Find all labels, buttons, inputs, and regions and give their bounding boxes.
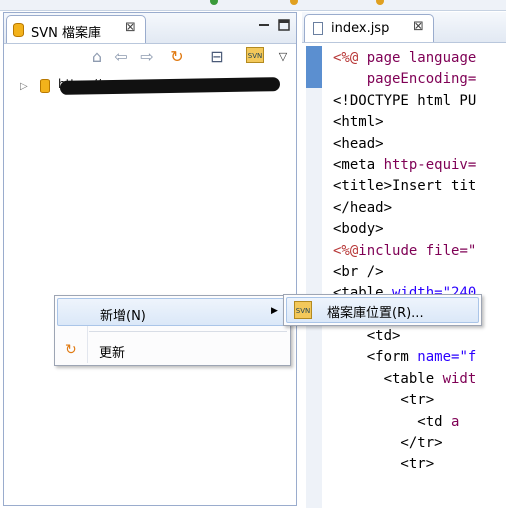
code-token: name="f xyxy=(417,349,477,366)
code-token: <tr> xyxy=(333,392,435,409)
redaction-scribble xyxy=(59,77,281,95)
repository-icon xyxy=(13,23,24,37)
code-token: </tr> xyxy=(333,435,443,452)
forward-icon[interactable]: ⇨ xyxy=(136,47,158,67)
menu-separator xyxy=(89,331,287,332)
code-token: language xyxy=(408,50,477,66)
code-token: <table xyxy=(333,370,443,387)
code-line[interactable]: <tr> xyxy=(333,390,476,411)
code-token: <meta xyxy=(333,156,384,173)
code-token: pageEncoding= xyxy=(333,71,477,88)
code-token: <title> xyxy=(333,178,393,195)
code-line[interactable]: pageEncoding= xyxy=(333,69,477,90)
code-token: Insert tit xyxy=(392,178,477,195)
code-token: file=" xyxy=(425,242,477,259)
menu-item-update[interactable]: ↻ 更新 xyxy=(57,336,288,364)
home-icon[interactable]: ⌂ xyxy=(86,47,108,67)
editor-gutter xyxy=(306,46,322,508)
submenu-arrow-icon: ▶ xyxy=(271,306,278,316)
menu-item-new[interactable]: 新增(N) ▶ xyxy=(57,298,288,326)
code-token: <br /> xyxy=(333,263,384,280)
code-line[interactable]: <form name="f xyxy=(333,347,477,368)
code-line[interactable]: <%@include file=" xyxy=(333,241,476,262)
editor-header: index.jsp ⊠ xyxy=(302,12,506,43)
code-line[interactable]: <br /> xyxy=(333,262,476,283)
code-line[interactable]: <tr> xyxy=(333,454,476,475)
view-toolbar: ⌂ ⇦ ⇨ ↻ ⊟ SVN ▽ xyxy=(4,43,296,71)
code-token: a xyxy=(451,413,460,430)
code-line[interactable]: </tr> xyxy=(333,433,476,454)
close-icon[interactable]: ⊠ xyxy=(413,19,424,34)
code-line[interactable]: <title>Insert tit xyxy=(333,176,476,197)
tab-index-jsp[interactable]: index.jsp ⊠ xyxy=(304,14,434,42)
back-icon[interactable]: ⇦ xyxy=(110,47,132,67)
svn-repository-view: SVN 檔案庫 ⊠ ⌂ ⇦ ⇨ ↻ ⊟ SVN ▽ ▷ https://... xyxy=(3,12,297,506)
repository-icon xyxy=(40,79,50,93)
refresh-icon[interactable]: ↻ xyxy=(166,47,188,67)
tree-item-repository[interactable]: ▷ https://... xyxy=(4,75,296,99)
maximize-icon[interactable] xyxy=(278,19,290,31)
code-token: </head> xyxy=(333,199,393,216)
code-token: widt xyxy=(442,370,477,387)
menu-item-repository-location[interactable]: SVN 檔案庫位置(R)... xyxy=(286,297,479,323)
code-token: <!DOCTYPE html PU xyxy=(333,92,477,109)
code-token: <td> xyxy=(333,328,401,345)
minimize-icon[interactable] xyxy=(258,19,270,31)
code-line[interactable]: <body> xyxy=(333,219,476,240)
code-token: include xyxy=(358,242,426,259)
view-menu-icon[interactable]: ▽ xyxy=(272,47,294,67)
new-repository-icon[interactable]: SVN xyxy=(246,47,264,63)
code-token: <%@ xyxy=(333,50,359,66)
code-line[interactable]: <td> xyxy=(333,326,476,347)
code-editor: index.jsp ⊠ <%@ page language pageEncodi… xyxy=(302,12,506,508)
code-line[interactable]: <html> xyxy=(333,112,476,133)
menu-item-label: 更新 xyxy=(99,346,126,361)
code-line[interactable]: <table widt xyxy=(333,369,477,390)
toolbar-dot-icon xyxy=(290,0,298,5)
code-token: <head> xyxy=(333,135,384,152)
context-menu: 新增(N) ▶ ↻ 更新 xyxy=(54,295,291,366)
collapse-all-icon[interactable]: ⊟ xyxy=(206,47,228,67)
toolbar-dot-icon xyxy=(210,0,218,5)
tab-title: SVN 檔案庫 xyxy=(31,26,102,41)
code-line[interactable]: <!DOCTYPE html PU xyxy=(333,91,476,112)
editor-tab-title: index.jsp xyxy=(331,21,390,36)
code-line[interactable]: <%@ page language xyxy=(333,48,476,69)
toolbar-dot-icon xyxy=(376,0,384,5)
code-token: <td xyxy=(333,413,452,430)
code-token: page xyxy=(358,50,409,66)
new-repository-icon: SVN xyxy=(294,301,312,319)
submenu-new: SVN 檔案庫位置(R)... xyxy=(283,294,482,326)
menu-item-label: 檔案庫位置(R)... xyxy=(327,306,424,321)
code-line[interactable]: <td a xyxy=(333,412,476,433)
top-strip xyxy=(0,0,506,11)
code-token: <form xyxy=(333,349,418,366)
code-line[interactable]: <meta http-equiv= xyxy=(333,155,476,176)
code-area[interactable]: <%@ page language pageEncoding= <!DOCTYPE… xyxy=(333,48,476,476)
code-token: <%@ xyxy=(333,242,359,259)
code-line[interactable]: <head> xyxy=(333,134,476,155)
expand-icon[interactable]: ▷ xyxy=(20,81,28,92)
refresh-icon: ↻ xyxy=(65,342,77,358)
code-token: <body> xyxy=(333,221,384,238)
code-token: <tr> xyxy=(333,456,435,473)
menu-item-label: 新增(N) xyxy=(100,309,146,324)
close-icon[interactable]: ⊠ xyxy=(125,20,136,35)
tab-svn-repository[interactable]: SVN 檔案庫 ⊠ xyxy=(6,15,146,43)
code-token: http-equiv= xyxy=(383,156,477,173)
code-token: <html> xyxy=(333,114,384,131)
code-line[interactable]: </head> xyxy=(333,198,476,219)
jsp-file-icon xyxy=(313,22,323,35)
view-header: SVN 檔案庫 ⊠ xyxy=(4,13,296,44)
gutter-selection-mark xyxy=(306,46,322,88)
